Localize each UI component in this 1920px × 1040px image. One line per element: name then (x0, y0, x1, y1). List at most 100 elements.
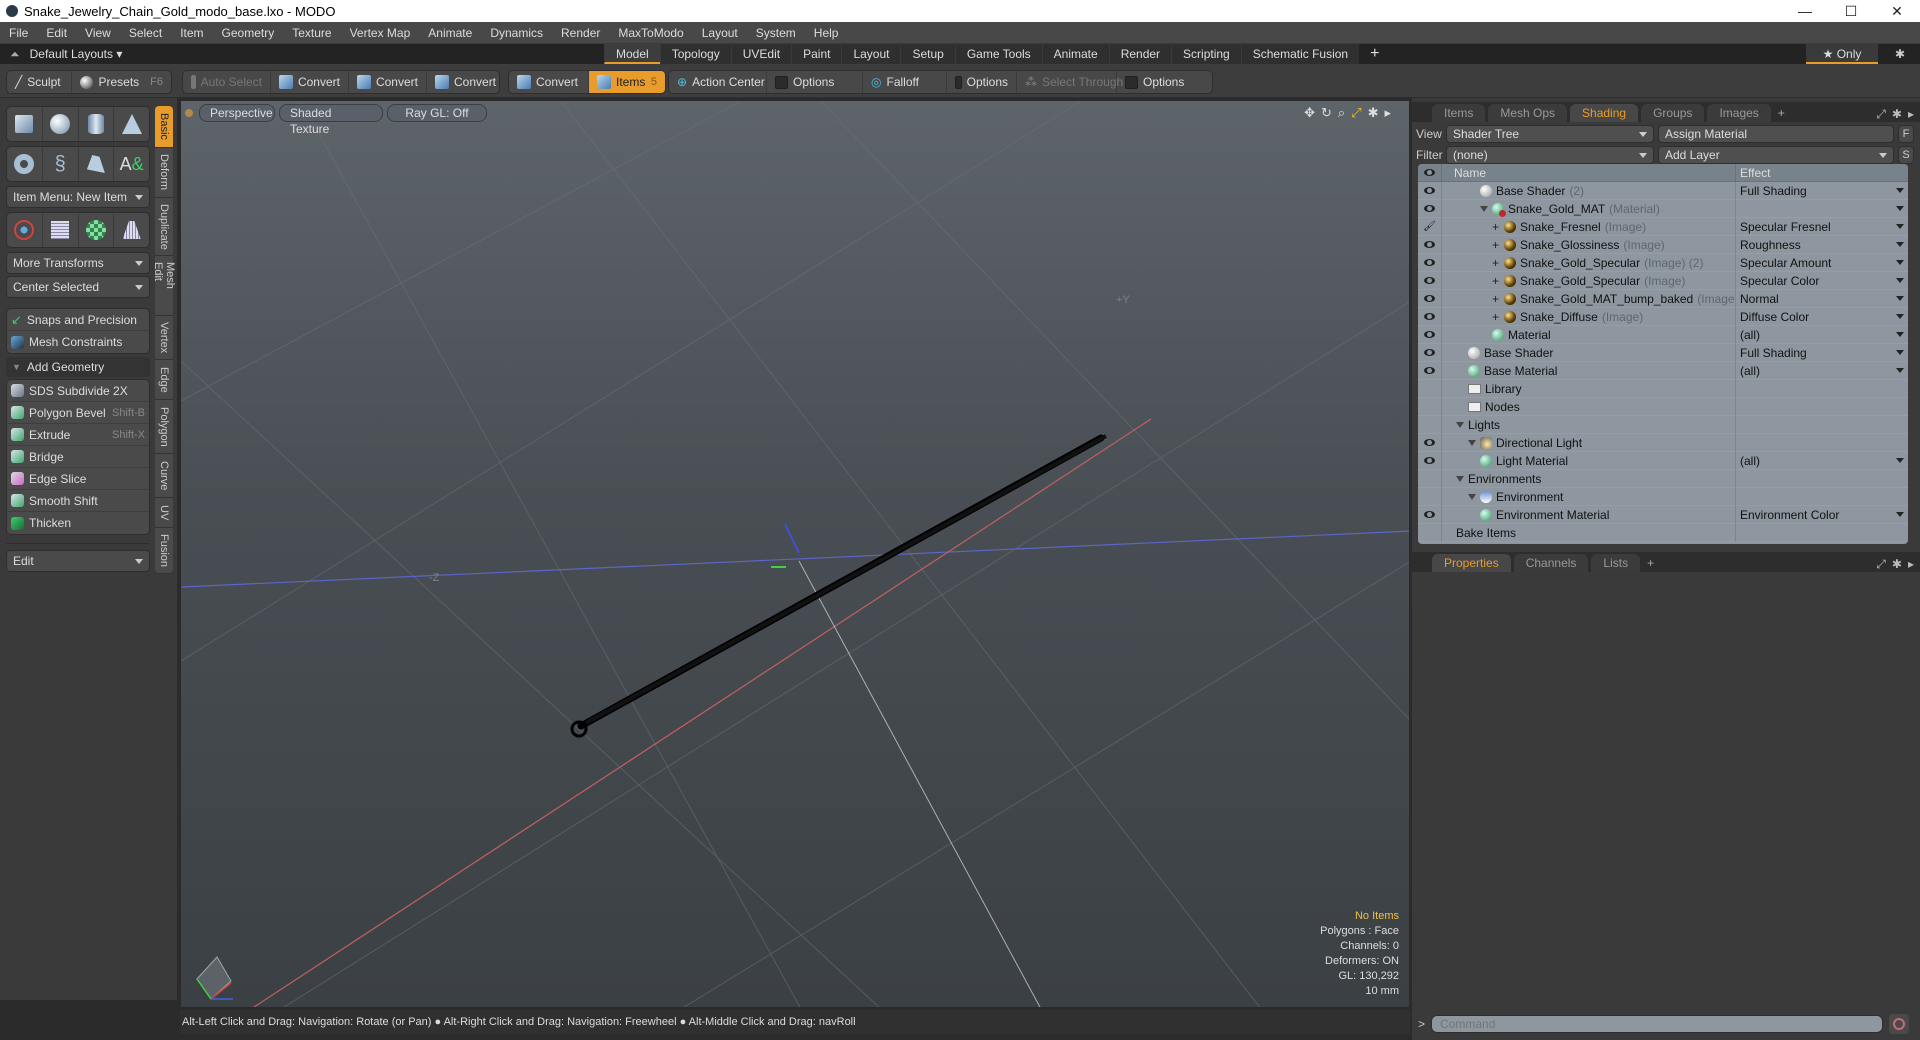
visibility-toggle[interactable] (1418, 433, 1442, 452)
tab-items[interactable]: Items (1432, 104, 1486, 122)
tool-smooth-shift[interactable]: Smooth Shift (7, 490, 149, 512)
effect-cell[interactable]: Full Shading (1736, 344, 1908, 362)
maximize-view-icon[interactable]: ⤢ (1351, 105, 1361, 121)
action-center-options-button[interactable]: Options (767, 71, 863, 93)
menu-vertex-map[interactable]: Vertex Map (341, 26, 420, 40)
vtab-edge[interactable]: Edge (155, 360, 173, 400)
vtab-duplicate[interactable]: Duplicate (155, 198, 173, 256)
visibility-toggle[interactable] (1418, 469, 1442, 488)
shader-tree-row[interactable]: Base Material (all) (1418, 361, 1908, 380)
shader-tree-row[interactable]: + Snake_Gold_Specular (Image) Specular Colo… (1418, 271, 1908, 290)
effect-cell[interactable]: (all) (1736, 452, 1908, 470)
cone-primitive-button[interactable] (114, 107, 149, 141)
assign-material-button[interactable]: Assign Material (1658, 125, 1894, 143)
vtab-vertex[interactable]: Vertex (155, 316, 173, 360)
select-through-button[interactable]: ⁂ Select Through (1017, 71, 1123, 93)
shader-tree-row[interactable]: Environments (1418, 469, 1908, 488)
shader-tree-row[interactable]: Snake_Gold_MAT (Material) (1418, 199, 1908, 218)
expand-panel-icon[interactable]: ⤢ (1876, 107, 1886, 122)
shader-tree-row[interactable]: Bake Items (1418, 523, 1908, 542)
menu-texture[interactable]: Texture (283, 26, 340, 40)
convert-items-button[interactable]: Convert (509, 71, 589, 93)
shader-tree-row[interactable]: Material (all) (1418, 325, 1908, 344)
zoom-view-icon[interactable]: ⌕ (1338, 105, 1345, 121)
s-button[interactable]: S (1898, 146, 1914, 164)
menu-view[interactable]: View (76, 26, 120, 40)
transform-button[interactable] (7, 213, 43, 247)
expand-plus-icon[interactable]: + (1492, 292, 1500, 306)
command-input[interactable] (1431, 1015, 1884, 1033)
visibility-toggle[interactable] (1418, 523, 1442, 542)
center-selected-dropdown[interactable]: Center Selected (6, 276, 150, 298)
add-layout-tab-button[interactable]: + (1359, 44, 1390, 64)
effect-cell[interactable]: (all) (1736, 362, 1908, 380)
maximize-button[interactable]: ☐ (1828, 0, 1874, 22)
menu-dynamics[interactable]: Dynamics (481, 26, 552, 40)
effect-cell[interactable]: Specular Fresnel (1736, 218, 1908, 236)
visibility-toggle[interactable] (1418, 307, 1442, 326)
snaps-and-precision-button[interactable]: ↙ Snaps and Precision (7, 309, 149, 331)
tab-images[interactable]: Images (1707, 104, 1771, 122)
raygl-button[interactable]: Ray GL: Off (387, 104, 487, 122)
menu-render[interactable]: Render (552, 26, 609, 40)
menu-system[interactable]: System (747, 26, 805, 40)
viewport-gear-icon[interactable]: ✱ (1368, 105, 1379, 121)
convert-edges-button[interactable]: Convert (349, 71, 427, 93)
visibility-toggle[interactable] (1418, 361, 1442, 380)
vtab-fusion[interactable]: Fusion (155, 528, 173, 574)
shader-tree-row[interactable]: + Snake_Diffuse (Image) Diffuse Color (1418, 307, 1908, 326)
capsule-primitive-button[interactable]: § (43, 147, 79, 181)
pen-primitive-button[interactable] (79, 147, 115, 181)
menu-geometry[interactable]: Geometry (213, 26, 284, 40)
expand-triangle-icon[interactable] (1468, 493, 1476, 500)
name-column-header[interactable]: Name (1442, 164, 1736, 181)
3d-viewport[interactable]: +Y -Z Perspective Shaded Texture Ray GL:… (180, 100, 1410, 1008)
layout-tab-uvedit[interactable]: UVEdit (730, 44, 792, 64)
shader-tree-row[interactable]: Library (1418, 379, 1908, 398)
layout-tab-layout[interactable]: Layout (841, 44, 901, 64)
expand-plus-icon[interactable]: + (1492, 256, 1500, 270)
presets-button[interactable]: Presets F6 (72, 71, 171, 93)
visibility-toggle[interactable] (1418, 181, 1442, 200)
move-view-icon[interactable]: ✥ (1304, 105, 1315, 121)
menu-edit[interactable]: Edit (37, 26, 76, 40)
vtab-polygon[interactable]: Polygon (155, 400, 173, 454)
select-through-options-button[interactable]: Options (1117, 71, 1192, 93)
visibility-toggle[interactable] (1418, 289, 1442, 308)
shader-tree-row[interactable]: Nodes (1418, 397, 1908, 416)
default-layouts-dropdown[interactable]: Default Layouts ▾ (30, 47, 123, 61)
panel-gear-icon[interactable]: ✱ (1892, 557, 1902, 572)
visibility-toggle[interactable] (1418, 271, 1442, 290)
vtab-mesh-edit[interactable]: Mesh Edit (152, 256, 176, 316)
menu-help[interactable]: Help (805, 26, 848, 40)
tab-shading[interactable]: Shading (1570, 104, 1639, 122)
gear-icon[interactable]: ✱ (1888, 44, 1912, 64)
sculpt-button[interactable]: ╱ Sculpt (7, 71, 73, 93)
effect-cell[interactable]: Environment Color (1736, 506, 1908, 524)
visibility-toggle[interactable]: 🖌 (1418, 217, 1442, 236)
edit-dropdown[interactable]: Edit (6, 550, 150, 572)
panel-menu-arrow-icon[interactable]: ▸ (1908, 107, 1914, 122)
action-center-button[interactable]: ⊕ Action Center (669, 71, 767, 93)
shader-tree-row[interactable]: Base Shader (2) Full Shading (1418, 181, 1908, 200)
f-button[interactable]: F (1898, 125, 1914, 143)
visibility-toggle[interactable] (1418, 505, 1442, 524)
effect-cell[interactable]: Diffuse Color (1736, 308, 1908, 326)
menu-select[interactable]: Select (120, 26, 171, 40)
visibility-toggle[interactable] (1418, 235, 1442, 254)
items-mode-button[interactable]: Items 5 (589, 71, 665, 93)
layout-tab-scripting[interactable]: Scripting (1171, 44, 1241, 64)
layout-tab-game-tools[interactable]: Game Tools (954, 44, 1042, 64)
layout-tab-setup[interactable]: Setup (900, 44, 955, 64)
tool-sds-subdivide[interactable]: SDS Subdivide 2X (7, 380, 149, 402)
visibility-toggle[interactable] (1418, 415, 1442, 434)
view-type-button[interactable]: Perspective (199, 104, 275, 122)
panel-gear-icon[interactable]: ✱ (1892, 107, 1902, 122)
panel-menu-arrow-icon[interactable]: ▸ (1908, 557, 1914, 572)
more-transforms-dropdown[interactable]: More Transforms (6, 252, 150, 274)
view-dropdown[interactable]: Shader Tree (1446, 125, 1654, 143)
layout-tab-render[interactable]: Render (1108, 44, 1172, 64)
item-menu-dropdown[interactable]: Item Menu: New Item (6, 186, 150, 208)
menu-item[interactable]: Item (171, 26, 212, 40)
cylinder-primitive-button[interactable] (79, 107, 115, 141)
